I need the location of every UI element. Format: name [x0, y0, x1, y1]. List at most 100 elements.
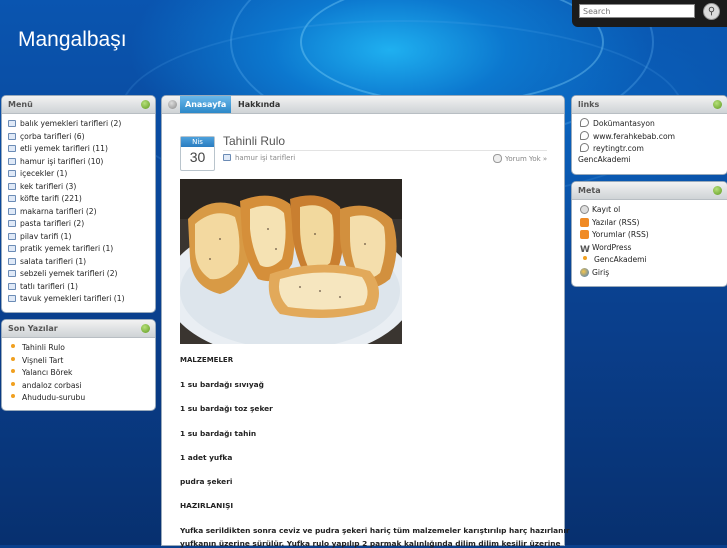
list-item: reytingtr.com: [580, 143, 727, 156]
search-icon: ⚲: [707, 6, 716, 17]
category-link[interactable]: salata tarifleri: [20, 257, 73, 266]
folder-icon: [8, 182, 16, 190]
list-item: andaloz corbasi: [8, 380, 155, 393]
category-count: (6): [73, 131, 85, 141]
category-count: (10): [87, 156, 104, 166]
category-count: (1): [56, 169, 68, 178]
folder-icon: [223, 154, 231, 161]
rss-icon: [580, 230, 589, 239]
list-item: Kayıt ol: [580, 204, 727, 217]
post-title[interactable]: Tahinli Rulo: [223, 134, 285, 148]
folder-icon: [8, 170, 16, 177]
list-item: Vişneli Tart: [8, 355, 155, 368]
list-item: tatlı tarifleri (1): [8, 281, 155, 294]
list-item: içecekler (1): [8, 168, 155, 181]
meta-widget-title: Meta: [578, 186, 601, 195]
links-widget-title: links: [578, 100, 600, 109]
category-link[interactable]: balık yemekleri tarifleri: [20, 119, 108, 128]
register-icon: [580, 205, 589, 214]
category-link[interactable]: etli yemek tarifleri: [20, 144, 90, 153]
date-month: Nis: [181, 137, 214, 147]
list-item: makarna tarifleri (2): [8, 206, 155, 219]
category-count: (2): [73, 219, 85, 228]
post-divider: [223, 150, 547, 151]
category-link[interactable]: pasta tarifleri: [20, 219, 71, 228]
category-count: (1): [102, 244, 114, 253]
category-link[interactable]: kek tarifleri: [20, 182, 63, 191]
category-list: balık yemekleri tarifleri (2) çorba tarif…: [2, 114, 155, 306]
login-icon: [580, 267, 589, 277]
folder-icon: [8, 157, 16, 165]
search-bar: ⚲: [572, 0, 727, 27]
list-item: çorba tarifleri (6): [8, 131, 155, 144]
external-link[interactable]: Dokümantasyon: [593, 119, 655, 128]
menu-widget-title: Menü: [8, 100, 33, 109]
post-comments-link[interactable]: Yorum Yok »: [505, 155, 547, 163]
recent-post-link[interactable]: Ahududu-surubu: [22, 393, 85, 402]
collapse-icon[interactable]: [141, 100, 150, 109]
list-item: Yazılar (RSS): [580, 217, 727, 230]
tab-about[interactable]: Hakkında: [233, 96, 285, 113]
menu-widget-header: Menü: [2, 96, 155, 114]
category-count: (1): [113, 294, 125, 303]
list-item: tavuk yemekleri tarifleri (1): [8, 293, 155, 306]
list-item: Yalancı Börek: [8, 367, 155, 380]
list-item: pratik yemek tarifleri (1): [8, 243, 155, 256]
meta-widget: Meta Kayıt ol Yazılar (RSS) Yorumlar (RS…: [572, 182, 727, 286]
list-item: Dokümantasyon: [580, 118, 727, 131]
links-list: Dokümantasyon www.ferahkebab.com reytingtr…: [572, 114, 727, 156]
recent-post-link[interactable]: Yalancı Börek: [22, 368, 72, 377]
link-icon: [580, 143, 589, 152]
category-link[interactable]: sebzeli yemek tarifleri: [20, 269, 104, 278]
post-line: yufkanın üzerine sürülür. Yufka rulo yap…: [180, 539, 561, 548]
post-line: 1 su bardağı sıvıyağ: [180, 380, 264, 389]
links-extra[interactable]: GencAkademi: [578, 155, 631, 164]
site-title[interactable]: Mangalbaşı: [18, 28, 127, 52]
folder-icon: [8, 232, 16, 240]
category-link[interactable]: içecekler: [20, 169, 54, 178]
recent-post-link[interactable]: Tahinli Rulo: [22, 343, 65, 352]
category-link[interactable]: köfte tarifi: [20, 194, 59, 203]
meta-link[interactable]: Giriş: [592, 268, 609, 277]
recent-posts-list: Tahinli Rulo Vişneli Tart Yalancı Börek and…: [2, 338, 155, 405]
meta-link[interactable]: Yazılar (RSS): [592, 218, 639, 227]
main-content: Anasayfa Hakkında Nis 30 Tahinli Rulo ha…: [162, 96, 570, 548]
external-link[interactable]: reytingtr.com: [593, 144, 644, 153]
collapse-icon[interactable]: [713, 186, 722, 195]
external-link[interactable]: www.ferahkebab.com: [593, 132, 675, 141]
category-link[interactable]: tavuk yemekleri tarifleri: [20, 294, 111, 303]
meta-link[interactable]: Kayıt ol: [592, 205, 620, 214]
collapse-icon[interactable]: [713, 100, 722, 109]
meta-link[interactable]: GencAkademi: [594, 255, 647, 264]
collapse-icon[interactable]: [141, 324, 150, 333]
category-count: (2): [106, 269, 118, 278]
category-link[interactable]: çorba tarifleri: [20, 132, 71, 141]
list-item: balık yemekleri tarifleri (2): [8, 118, 155, 131]
list-item: Tahinli Rulo: [8, 342, 155, 355]
folder-icon: [8, 145, 16, 152]
category-link[interactable]: hamur işi tarifleri: [20, 157, 85, 166]
list-item: köfte tarifi (221): [8, 193, 155, 206]
search-button[interactable]: ⚲: [703, 3, 720, 20]
bullet-icon: [11, 344, 15, 348]
meta-link[interactable]: Yorumlar (RSS): [592, 230, 649, 239]
meta-list: Kayıt ol Yazılar (RSS) Yorumlar (RSS) WW…: [572, 200, 727, 279]
tab-bar: Anasayfa Hakkında: [162, 96, 564, 114]
recent-post-link[interactable]: andaloz corbasi: [22, 381, 82, 390]
folder-icon: [8, 120, 16, 127]
category-count: (1): [67, 281, 78, 291]
category-link[interactable]: pilav tarifi: [20, 232, 58, 241]
post-comments: Yorum Yok »: [493, 154, 547, 163]
comment-icon: [493, 154, 502, 163]
post-line: pudra şekeri: [180, 477, 233, 486]
category-link[interactable]: makarna tarifleri: [20, 207, 83, 216]
category-link[interactable]: tatlı tarifleri: [20, 282, 65, 291]
recent-post-link[interactable]: Vişneli Tart: [22, 356, 63, 365]
search-input[interactable]: [579, 4, 695, 18]
folder-icon: [8, 257, 16, 265]
list-item: www.ferahkebab.com: [580, 130, 727, 144]
tab-home[interactable]: Anasayfa: [180, 96, 232, 113]
meta-link[interactable]: WordPress: [592, 243, 632, 252]
category-link[interactable]: pratik yemek tarifleri: [20, 244, 100, 253]
post-category-link[interactable]: hamur işi tarifleri: [235, 154, 295, 162]
